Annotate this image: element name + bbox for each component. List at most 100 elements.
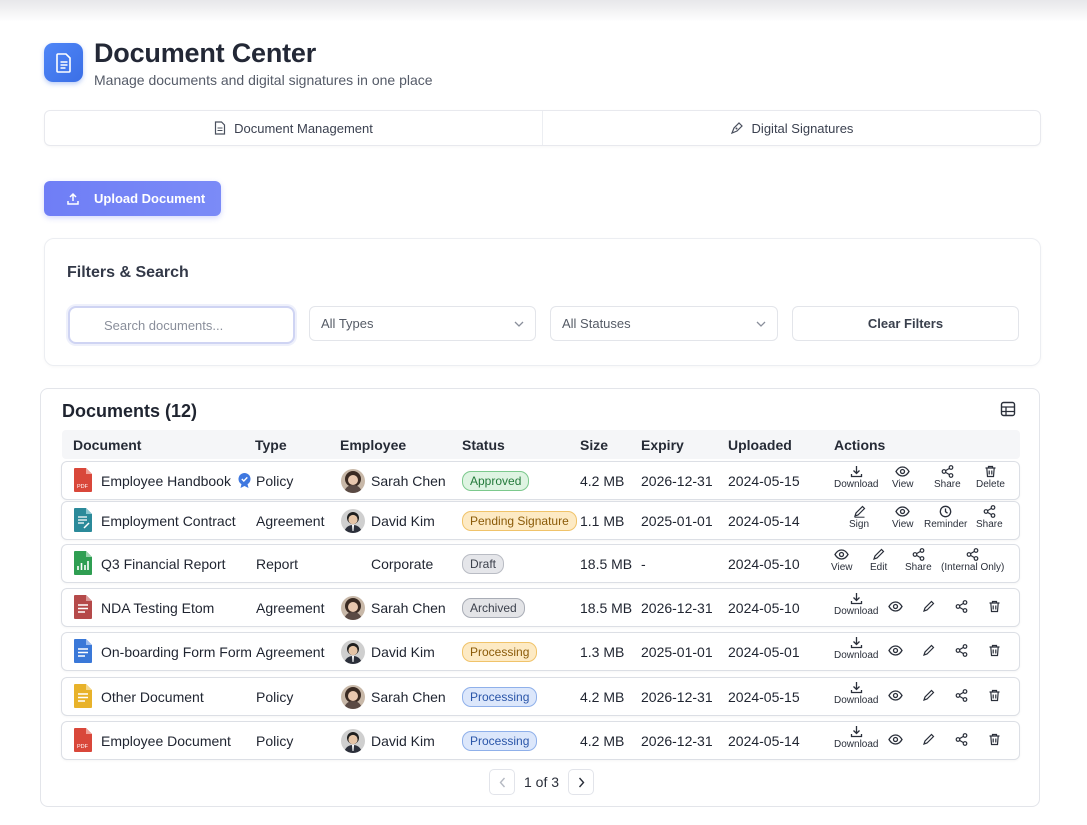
- pdf-file-icon: PDF: [74, 728, 92, 752]
- table-row[interactable]: Other Document Policy Sarah Chen Process…: [61, 677, 1020, 716]
- status-badge: Draft: [462, 553, 505, 574]
- pencil-icon[interactable]: [922, 689, 935, 702]
- upload-document-button[interactable]: Upload Document: [44, 181, 221, 216]
- trash-icon[interactable]: [988, 600, 1001, 613]
- document-name[interactable]: NDA Testing Etom: [101, 589, 214, 626]
- document-size: 18.5 MB: [580, 599, 633, 616]
- eye-icon[interactable]: [888, 689, 903, 702]
- document-name[interactable]: Q3 Financial Report: [101, 545, 226, 582]
- sign-button[interactable]: Sign: [849, 505, 869, 530]
- eye-icon: [895, 466, 910, 477]
- table-layout-icon[interactable]: [1000, 401, 1016, 417]
- document-name[interactable]: Employment Contract: [101, 502, 236, 539]
- search-input[interactable]: [68, 306, 295, 344]
- document-expiry: 2026-12-31: [641, 732, 713, 749]
- document-file-icon: [74, 595, 92, 619]
- document-size: 4.2 MB: [580, 732, 625, 749]
- window-top-shadow: [0, 0, 1087, 22]
- download-button[interactable]: Download: [834, 681, 878, 706]
- document-size: 4.2 MB: [580, 688, 625, 705]
- status-badge: Processing: [462, 730, 538, 751]
- tab-label: Digital Signatures: [751, 120, 854, 136]
- employee-name: Corporate: [371, 555, 434, 572]
- employee-name: Sarah Chen: [371, 472, 446, 489]
- type-select[interactable]: All Types: [309, 306, 536, 341]
- document-type: Policy: [256, 732, 294, 749]
- share-icon[interactable]: [955, 689, 968, 702]
- edit-button[interactable]: Edit: [870, 548, 887, 573]
- file-text-icon: [215, 121, 226, 135]
- previous-page-button[interactable]: [489, 769, 515, 795]
- share-icon: [983, 505, 996, 518]
- table-row[interactable]: Employment Contract Agreement David Kim …: [61, 501, 1020, 540]
- trash-icon[interactable]: [988, 644, 1001, 657]
- table-row[interactable]: On-boarding Form Form Agreement David Ki…: [61, 632, 1020, 671]
- document-uploaded: 2024-05-10: [728, 555, 800, 572]
- page-title: Document Center: [94, 38, 317, 68]
- view-button[interactable]: View: [892, 465, 914, 490]
- column-header: Status: [462, 437, 505, 453]
- status-badge: Pending Signature: [462, 510, 577, 531]
- view-button[interactable]: View: [831, 548, 853, 573]
- share-button[interactable]: Share: [976, 505, 1003, 530]
- tab-label: Document Management: [234, 120, 373, 136]
- trash-icon: [985, 465, 996, 478]
- avatar: [341, 468, 365, 493]
- table-header: Document Type Employee Status Size Expir…: [62, 430, 1020, 459]
- view-button[interactable]: View: [892, 505, 914, 530]
- document-name[interactable]: Other Document: [101, 678, 204, 715]
- download-button[interactable]: Download: [834, 636, 878, 661]
- pencil-icon[interactable]: [922, 600, 935, 613]
- pencil-icon[interactable]: [922, 644, 935, 657]
- internal-share-button[interactable]: (Internal Only): [941, 548, 1004, 573]
- action-label: Download: [834, 695, 879, 706]
- table-row[interactable]: NDA Testing Etom Agreement Sarah Chen Ar…: [61, 588, 1020, 627]
- employee-name: David Kim: [371, 643, 435, 660]
- status-select-value: All Statuses: [562, 316, 631, 331]
- eye-icon[interactable]: [888, 600, 903, 613]
- document-type: Policy: [256, 688, 294, 705]
- next-page-button[interactable]: [568, 769, 595, 795]
- reminder-button[interactable]: Reminder: [924, 505, 967, 530]
- document-expiry: 2025-01-01: [641, 643, 713, 660]
- column-header: Expiry: [641, 437, 684, 453]
- share-icon[interactable]: [955, 644, 968, 657]
- share-icon[interactable]: [955, 600, 968, 613]
- download-icon: [850, 466, 862, 478]
- eye-icon[interactable]: [888, 644, 903, 657]
- document-uploaded: 2024-05-15: [728, 688, 800, 705]
- trash-icon[interactable]: [988, 689, 1001, 702]
- table-row[interactable]: PDF Employee Handbook Policy Sarah Chen …: [61, 461, 1020, 500]
- tab-document-management[interactable]: Document Management: [45, 111, 542, 145]
- trash-icon[interactable]: [988, 733, 1001, 746]
- share-button[interactable]: Share: [934, 465, 961, 490]
- share-button[interactable]: Share: [905, 548, 932, 573]
- download-button[interactable]: Download: [834, 465, 878, 490]
- download-button[interactable]: Download: [834, 725, 878, 750]
- share-icon[interactable]: [955, 733, 968, 746]
- svg-text:PDF: PDF: [77, 484, 89, 490]
- tab-digital-signatures[interactable]: Digital Signatures: [542, 111, 1040, 145]
- pencil-icon[interactable]: [922, 733, 935, 746]
- download-icon: [850, 682, 862, 694]
- status-select[interactable]: All Statuses: [550, 306, 778, 341]
- eye-icon[interactable]: [888, 733, 903, 746]
- column-header: Size: [580, 437, 609, 453]
- document-name[interactable]: Employee Document: [101, 722, 231, 759]
- table-row[interactable]: Q3 Financial Report Report Corporate Dra…: [61, 544, 1020, 583]
- column-header: Employee: [340, 437, 407, 453]
- document-name[interactable]: On-boarding Form Form: [101, 633, 252, 670]
- document-expiry: 2026-12-31: [641, 472, 713, 489]
- download-button[interactable]: Download: [834, 592, 878, 617]
- document-name[interactable]: Employee Handbook: [101, 473, 231, 489]
- employee-name: Sarah Chen: [371, 599, 446, 616]
- avatar: [341, 639, 365, 664]
- table-row[interactable]: PDF Employee Document Policy David Kim P…: [61, 721, 1020, 760]
- document-expiry: 2026-12-31: [641, 599, 713, 616]
- delete-button[interactable]: Delete: [976, 465, 1005, 490]
- document-icon: [44, 43, 83, 82]
- clear-filters-button[interactable]: Clear Filters: [792, 306, 1019, 341]
- row-actions: Download: [824, 633, 1018, 670]
- action-label: View: [892, 519, 914, 530]
- chevron-down-icon: [514, 321, 524, 327]
